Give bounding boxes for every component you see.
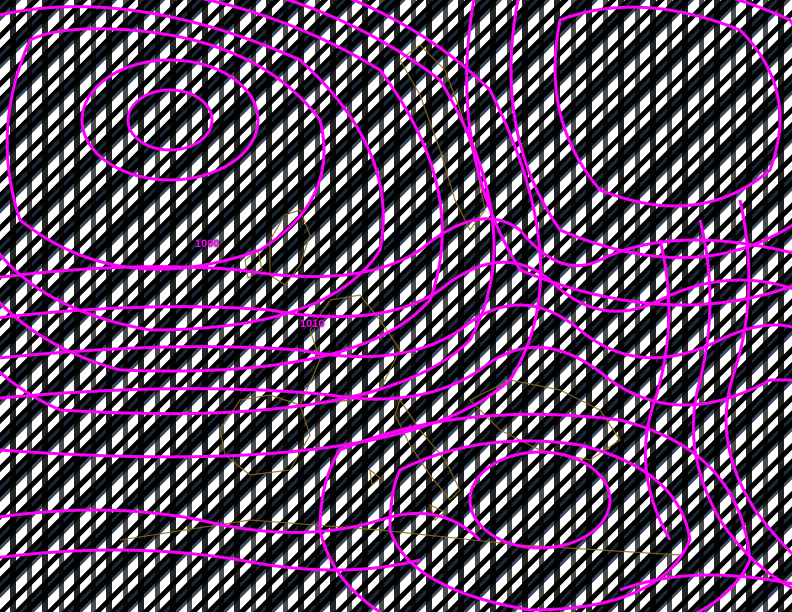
isobar-bottom-2 — [0, 550, 420, 570]
isobar-1010-s — [320, 414, 750, 612]
isobar-1020-ne — [467, 0, 792, 305]
isobar-1016 — [0, 305, 792, 360]
isobar-right-3 — [645, 240, 670, 540]
isobar-1000 — [0, 0, 442, 371]
isobar-985 — [82, 60, 258, 180]
isobar-1025 — [555, 7, 780, 206]
isobar-1014 — [0, 262, 792, 320]
isobar-980 — [128, 90, 212, 150]
isobar-bottom-1 — [0, 510, 480, 540]
isobar-1000-s — [470, 452, 610, 548]
isobar-layer — [0, 0, 792, 612]
isobar-995 — [0, 7, 383, 330]
isobar-1010 — [0, 0, 541, 457]
isobar-right-1 — [693, 220, 792, 600]
weather-map: 10001010 — [0, 0, 792, 612]
isobar-1012 — [0, 219, 792, 280]
